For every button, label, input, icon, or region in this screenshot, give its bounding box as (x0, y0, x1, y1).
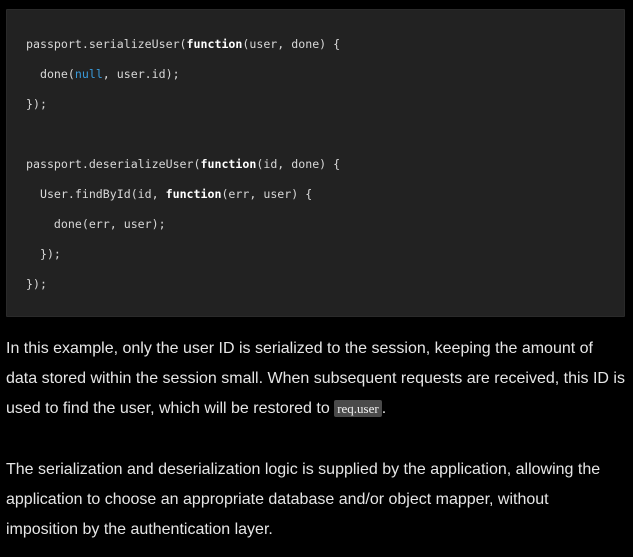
code-text: , user.id); (102, 67, 180, 81)
code-text: passport.deserializeUser( (26, 157, 201, 171)
code-line: }); (26, 277, 47, 291)
code-block: passport.serializeUser(function(user, do… (6, 9, 625, 317)
code-text: (err, user) { (221, 187, 313, 201)
paragraph-text: . (381, 400, 387, 417)
code-text: (user, done) { (242, 37, 341, 51)
code-text: passport.serializeUser( (26, 37, 187, 51)
code-text: (id, done) { (256, 157, 341, 171)
code-keyword: function (200, 157, 257, 171)
paragraph-serialization-logic: The serialization and deserialization lo… (6, 455, 631, 545)
code-line: passport.serializeUser(function(user, do… (26, 37, 340, 51)
page: passport.serializeUser(function(user, do… (0, 0, 633, 557)
paragraph-line: application to choose an appropriate dat… (6, 491, 549, 508)
code-keyword: function (165, 187, 222, 201)
code-text: User.findById(id, (26, 187, 166, 201)
code-line: passport.deserializeUser(function(id, do… (26, 157, 340, 171)
code-text: done(err, user); (26, 217, 166, 231)
code-text: }); (26, 247, 61, 261)
paragraph-line: In this example, only the user ID is ser… (6, 340, 593, 357)
paragraph-line: used to find the user, which will be res… (6, 394, 631, 424)
paragraph-text: used to find the user, which will be res… (6, 400, 335, 417)
code-literal: null (74, 67, 103, 81)
code-line: }); (26, 97, 47, 111)
code-text: done( (26, 67, 75, 81)
paragraph-serialization-example: In this example, only the user ID is ser… (6, 334, 631, 424)
code-text: }); (26, 97, 47, 111)
code-line: done(null, user.id); (26, 67, 180, 81)
paragraph-line: data stored within the session small. Wh… (6, 370, 625, 387)
code-line: User.findById(id, function(err, user) { (26, 187, 312, 201)
inline-code-req-user: req.user (334, 400, 382, 417)
code-keyword: function (186, 37, 243, 51)
paragraph-line: The serialization and deserialization lo… (6, 461, 601, 478)
code-line: done(err, user); (26, 217, 166, 231)
code-line: }); (26, 247, 61, 261)
paragraph-line: imposition by the authentication layer. (6, 521, 273, 538)
code-text: }); (26, 277, 47, 291)
